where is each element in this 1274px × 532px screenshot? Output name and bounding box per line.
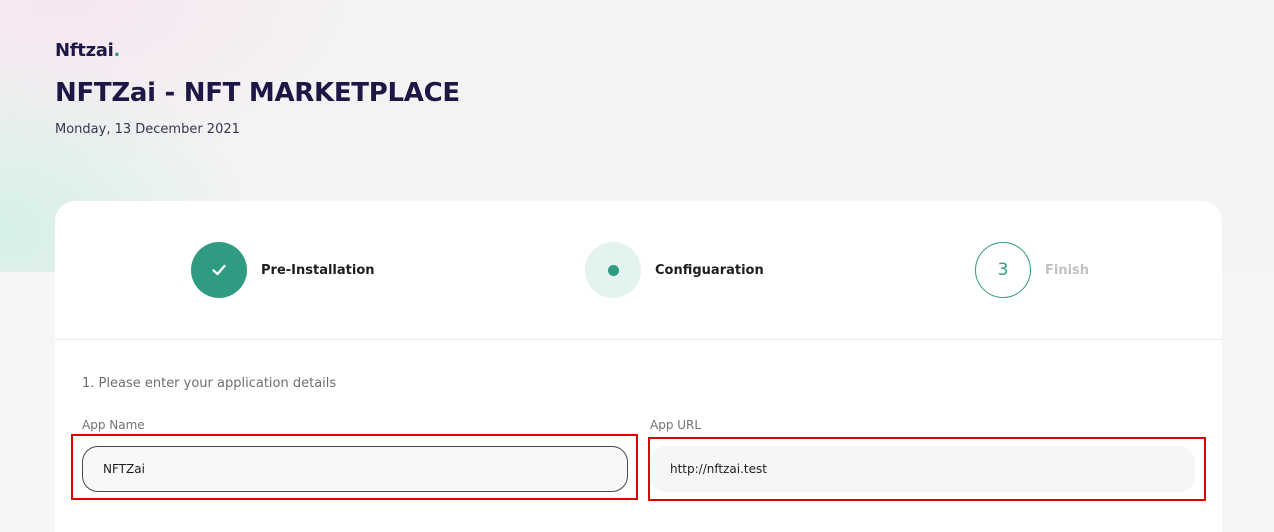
app-url-input[interactable]: [650, 446, 1195, 492]
step-finish: 3 Finish: [975, 242, 1089, 298]
step-label: Finish: [1045, 262, 1090, 278]
brand-dot: .: [113, 40, 121, 61]
page-date: Monday, 13 December 2021: [55, 122, 240, 137]
step-label: Pre-Installation: [261, 262, 375, 278]
step-done-indicator: [191, 242, 247, 298]
step-configuration: Configuaration: [585, 242, 764, 298]
section-heading: 1. Please enter your application details: [82, 376, 337, 391]
installer-card: Pre-Installation Configuaration 3 Finish…: [55, 201, 1222, 532]
check-icon: [212, 264, 226, 276]
app-name-input[interactable]: [82, 446, 628, 492]
brand-name: Nftzai: [55, 40, 114, 61]
app-url-label: App URL: [650, 418, 702, 432]
stepper: Pre-Installation Configuaration 3 Finish: [55, 201, 1222, 340]
step-number: 3: [975, 242, 1031, 298]
step-label: Configuaration: [655, 262, 764, 278]
step-pre-installation: Pre-Installation: [191, 242, 375, 298]
dot-icon: [607, 264, 619, 276]
app-name-label: App Name: [82, 418, 145, 432]
brand-logo: Nftzai.: [55, 40, 120, 61]
step-active-indicator: [585, 242, 641, 298]
page-title: NFTZai - NFT MARKETPLACE: [55, 78, 460, 108]
